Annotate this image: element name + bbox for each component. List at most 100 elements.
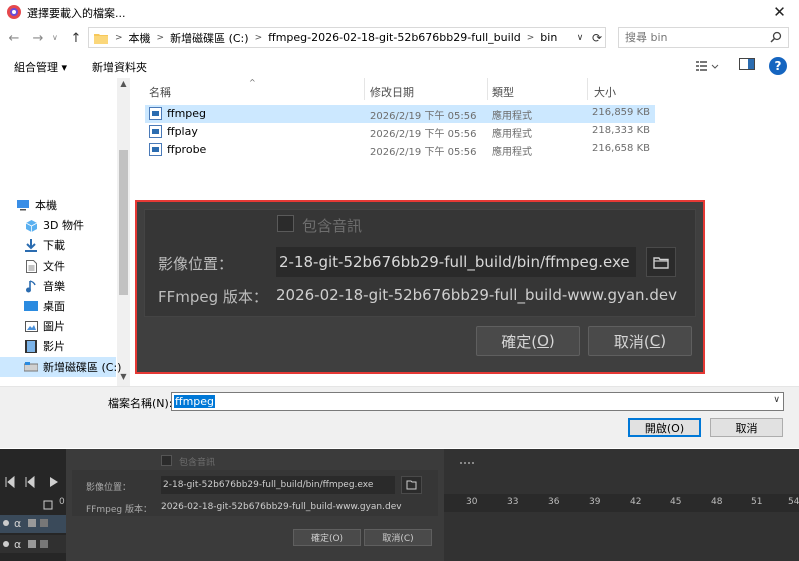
timeline-controls: α α (0, 449, 66, 561)
search-input[interactable] (625, 31, 755, 44)
column-divider[interactable] (487, 78, 488, 100)
ruler-tick: 33 (507, 497, 519, 507)
breadcrumb-separator: > (526, 32, 535, 43)
refresh-icon[interactable]: ⟳ (589, 28, 605, 47)
filename-value: ffmpeg (174, 395, 216, 408)
file-size: 216,859 KB (592, 107, 650, 118)
column-header-size[interactable]: 大小 (594, 84, 616, 100)
cancel-button-suffix: ) (660, 332, 667, 350)
search-box[interactable] (618, 27, 789, 48)
bg-version-label: FFmpeg 版本： (86, 505, 152, 515)
bg-version-value: 2026-02-18-git-52b676bb29-full_build-www… (161, 502, 402, 512)
ruler-tick: 54 (788, 497, 799, 507)
sidebar-item-downloads[interactable]: 下載 (24, 235, 116, 255)
timeline-ruler (444, 494, 799, 512)
organize-button[interactable]: 組合管理 ▾ (14, 59, 67, 75)
folder-icon (94, 32, 108, 44)
sidebar-item-music[interactable]: 音樂 (24, 276, 116, 296)
sidebar-item-videos[interactable]: 影片 (24, 336, 116, 356)
breadcrumb-ffmpeg-folder[interactable]: ffmpeg-2026-02-18-git-52b676bb29-full_bu… (265, 31, 524, 44)
drive-icon (24, 360, 38, 374)
breadcrumb-separator: > (254, 32, 263, 43)
close-button[interactable]: ✕ (760, 0, 799, 24)
ok-button-label: 確定( (501, 332, 538, 351)
sidebar-item-label: 圖片 (43, 320, 65, 333)
view-options-icon[interactable] (694, 57, 722, 75)
document-icon (24, 259, 38, 273)
breadcrumb-separator: > (156, 32, 165, 43)
dialog-cancel-button[interactable]: 取消 (710, 418, 783, 437)
filename-dropdown-icon[interactable]: ∨ (773, 395, 780, 405)
application-icon (149, 125, 162, 138)
window-title: 選擇要載入的檔案... (27, 7, 126, 20)
sidebar-item-drive-c[interactable]: 新增磁碟區 (C:) (0, 357, 121, 377)
file-date: 2026/2/19 下午 05:56 (370, 129, 477, 140)
recent-dropdown-icon[interactable]: ∨ (52, 33, 58, 42)
include-audio-checkbox[interactable] (277, 215, 294, 232)
application-icon (149, 143, 162, 156)
application-icon (149, 107, 162, 120)
bg-include-audio-label: 包含音訊 (179, 458, 216, 468)
new-folder-button[interactable]: 新增資料夾 (92, 59, 147, 75)
grip-icon (460, 462, 474, 465)
ok-button[interactable]: 確定(O) (476, 326, 580, 356)
breadcrumb-bin[interactable]: bin (537, 31, 560, 44)
forward-button[interactable]: → (29, 28, 47, 48)
preview-pane-icon[interactable] (739, 57, 757, 75)
sidebar-item-3d-objects[interactable]: 3D 物件 (24, 215, 116, 235)
column-header-name[interactable]: 名稱 (149, 84, 171, 100)
cancel-button[interactable]: 取消(C) (588, 326, 692, 356)
sidebar-item-desktop[interactable]: 桌面 (24, 296, 116, 316)
sidebar-item-label: 3D 物件 (43, 219, 84, 232)
file-size: 216,658 KB (592, 143, 650, 154)
scroll-up-icon[interactable]: ▲ (118, 79, 129, 90)
ruler-tick: 30 (466, 497, 478, 507)
file-name: ffmpeg (167, 107, 207, 120)
pictures-icon (24, 319, 38, 333)
sidebar-item-this-pc[interactable]: 本機 (16, 195, 116, 215)
folder-icon (653, 256, 669, 269)
column-divider[interactable] (587, 78, 588, 100)
up-button[interactable]: ↑ (67, 28, 85, 48)
address-bar[interactable]: > 本機 > 新增磁碟區 (C:) > ffmpeg-2026-02-18-gi… (88, 27, 606, 48)
breadcrumb-drive-c[interactable]: 新增磁碟區 (C:) (167, 30, 251, 46)
sidebar-item-label: 新增磁碟區 (C:) (43, 361, 122, 374)
sidebar-item-label: 桌面 (43, 300, 65, 313)
bg-include-audio-checkbox (161, 455, 172, 466)
bg-cancel-button: 取消(C) (364, 529, 432, 546)
breadcrumb-this-pc[interactable]: 本機 (126, 30, 154, 46)
include-audio-label: 包含音訊 (302, 217, 363, 235)
svg-text:α: α (14, 538, 21, 551)
column-divider[interactable] (364, 78, 365, 100)
browse-folder-button[interactable] (646, 247, 676, 277)
ruler-tick: 42 (630, 497, 642, 507)
column-header-type[interactable]: 類型 (492, 84, 514, 100)
table-row[interactable]: ffprobe 2026/2/19 下午 05:56 應用程式 216,658 … (145, 141, 655, 159)
computer-icon (16, 198, 30, 212)
cancel-button-label: 取消( (613, 332, 650, 351)
breadcrumb-separator: > (115, 32, 123, 43)
app-icon (6, 4, 22, 20)
sidebar-item-documents[interactable]: 文件 (24, 256, 116, 276)
image-location-field[interactable]: 2-18-git-52b676bb29-full_build/bin/ffmpe… (276, 247, 636, 277)
table-row[interactable]: ffmpeg 2026/2/19 下午 05:56 應用程式 216,859 K… (145, 105, 655, 123)
filename-label: 檔案名稱(N): (108, 397, 173, 410)
ffmpeg-version-label: FFmpeg 版本： (158, 288, 268, 306)
back-button[interactable]: ← (5, 28, 23, 48)
column-header-date[interactable]: 修改日期 (370, 84, 414, 100)
table-row[interactable]: ffplay 2026/2/19 下午 05:56 應用程式 218,333 K… (145, 123, 655, 141)
open-button[interactable]: 開啟(O) (628, 418, 701, 437)
image-location-label: 影像位置： (158, 255, 234, 273)
file-type: 應用程式 (492, 111, 532, 122)
timeline-zero-label: 0 (59, 497, 65, 507)
address-dropdown-icon[interactable]: ∨ (572, 28, 588, 47)
ffmpeg-version-value: 2026-02-18-git-52b676bb29-full_build-www… (276, 286, 677, 304)
filename-input[interactable]: ffmpeg ∨ (171, 392, 784, 411)
ok-button-suffix: ) (548, 332, 555, 350)
sidebar-item-pictures[interactable]: 圖片 (24, 316, 116, 336)
ruler-tick: 36 (548, 497, 560, 507)
nav-scrollbar-thumb[interactable] (119, 150, 128, 295)
help-icon[interactable]: ? (769, 57, 787, 75)
search-icon[interactable] (770, 31, 782, 43)
3d-objects-icon (24, 218, 38, 232)
